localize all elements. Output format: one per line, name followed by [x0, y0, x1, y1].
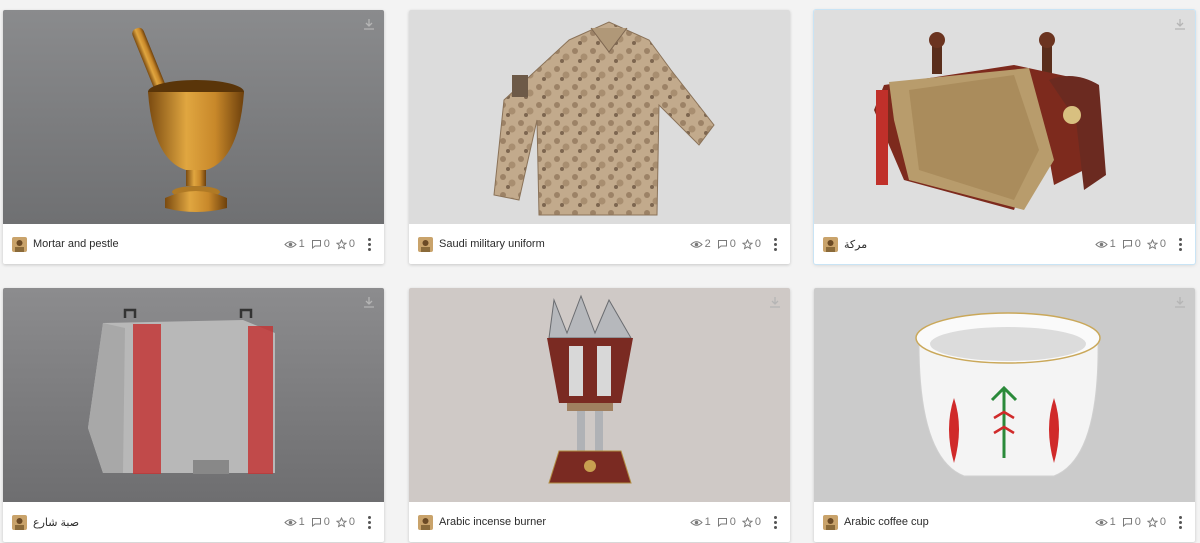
model-card[interactable]: مركة 1 0 0	[814, 10, 1195, 264]
likes-count: 0	[335, 238, 355, 250]
download-icon[interactable]	[362, 17, 376, 31]
views-count: 1	[689, 516, 711, 528]
avatar[interactable]	[12, 514, 27, 530]
comment-icon	[717, 518, 727, 527]
model-title[interactable]: صبة شارع	[33, 516, 278, 529]
model-thumbnail[interactable]	[409, 10, 790, 224]
eye-icon	[283, 240, 297, 248]
card-footer: Arabic coffee cup 1 0 0	[814, 502, 1195, 542]
likes-count: 0	[741, 238, 761, 250]
model-stats: 1 0 0	[1089, 236, 1186, 252]
model-stats: 2 0 0	[684, 236, 781, 252]
card-footer: صبة شارع 1 0 0	[3, 502, 384, 542]
avatar[interactable]	[823, 514, 838, 530]
model-thumbnail[interactable]	[409, 288, 790, 502]
model-card[interactable]: Mortar and pestle 1 0 0	[3, 10, 384, 264]
card-footer: Mortar and pestle 1 0 0	[3, 224, 384, 264]
card-footer: مركة 1 0 0	[814, 224, 1195, 264]
model-stats: 1 0 0	[684, 514, 781, 530]
comments-count: 0	[1122, 516, 1141, 528]
likes-count: 0	[1146, 238, 1166, 250]
incense-burner-image	[547, 294, 633, 484]
model-title[interactable]: Mortar and pestle	[33, 238, 278, 250]
model-title[interactable]: مركة	[844, 238, 1089, 251]
more-vertical-icon[interactable]	[1174, 514, 1186, 530]
comments-count: 0	[311, 516, 330, 528]
likes-count: 0	[1146, 516, 1166, 528]
model-title[interactable]: Arabic incense burner	[439, 516, 684, 528]
views-count: 1	[1094, 516, 1116, 528]
concrete-barrier-image	[88, 308, 275, 474]
star-icon	[741, 516, 753, 528]
more-vertical-icon[interactable]	[1174, 236, 1186, 252]
model-stats: 1 0 0	[1089, 514, 1186, 530]
comment-icon	[311, 240, 321, 249]
download-icon[interactable]	[1173, 295, 1187, 309]
card-footer: Arabic incense burner 1 0 0	[409, 502, 790, 542]
views-count: 2	[689, 238, 711, 250]
eye-icon	[283, 518, 297, 526]
download-icon[interactable]	[1173, 17, 1187, 31]
avatar[interactable]	[418, 514, 433, 530]
star-icon	[335, 238, 347, 250]
star-icon	[335, 516, 347, 528]
model-thumbnail[interactable]	[814, 10, 1195, 224]
comments-count: 0	[1122, 238, 1141, 250]
eye-icon	[689, 240, 703, 248]
comment-icon	[1122, 518, 1132, 527]
model-stats: 1 0 0	[278, 236, 375, 252]
mortar-pestle-image	[132, 27, 244, 212]
comment-icon	[311, 518, 321, 527]
comments-count: 0	[717, 516, 736, 528]
coffee-cup-image	[915, 312, 1101, 477]
views-count: 1	[283, 238, 305, 250]
more-vertical-icon[interactable]	[769, 514, 781, 530]
model-thumbnail[interactable]	[3, 288, 384, 502]
avatar[interactable]	[823, 236, 838, 252]
camel-saddle-image	[874, 32, 1106, 210]
download-icon[interactable]	[768, 295, 782, 309]
model-title[interactable]: Saudi military uniform	[439, 238, 684, 250]
model-card[interactable]: Arabic incense burner 1 0 0	[409, 288, 790, 542]
model-thumbnail[interactable]	[814, 288, 1195, 502]
model-card[interactable]: Saudi military uniform 2 0 0	[409, 10, 790, 264]
eye-icon	[1094, 240, 1108, 248]
likes-count: 0	[335, 516, 355, 528]
avatar[interactable]	[12, 236, 27, 252]
model-thumbnail[interactable]	[3, 10, 384, 224]
star-icon	[1146, 516, 1158, 528]
comments-count: 0	[717, 238, 736, 250]
comment-icon	[717, 240, 727, 249]
card-footer: Saudi military uniform 2 0 0	[409, 224, 790, 264]
model-card[interactable]: Arabic coffee cup 1 0 0	[814, 288, 1195, 542]
views-count: 1	[283, 516, 305, 528]
star-icon	[741, 238, 753, 250]
military-uniform-image	[493, 21, 715, 216]
comment-icon	[1122, 240, 1132, 249]
model-grid: Mortar and pestle 1 0 0 Saudi military u…	[0, 0, 1200, 543]
model-title[interactable]: Arabic coffee cup	[844, 516, 1089, 528]
eye-icon	[1094, 518, 1108, 526]
views-count: 1	[1094, 238, 1116, 250]
download-icon[interactable]	[362, 295, 376, 309]
comments-count: 0	[311, 238, 330, 250]
more-vertical-icon[interactable]	[769, 236, 781, 252]
more-vertical-icon[interactable]	[363, 514, 375, 530]
model-stats: 1 0 0	[278, 514, 375, 530]
model-card[interactable]: صبة شارع 1 0 0	[3, 288, 384, 542]
star-icon	[1146, 238, 1158, 250]
avatar[interactable]	[418, 236, 433, 252]
more-vertical-icon[interactable]	[363, 236, 375, 252]
likes-count: 0	[741, 516, 761, 528]
eye-icon	[689, 518, 703, 526]
